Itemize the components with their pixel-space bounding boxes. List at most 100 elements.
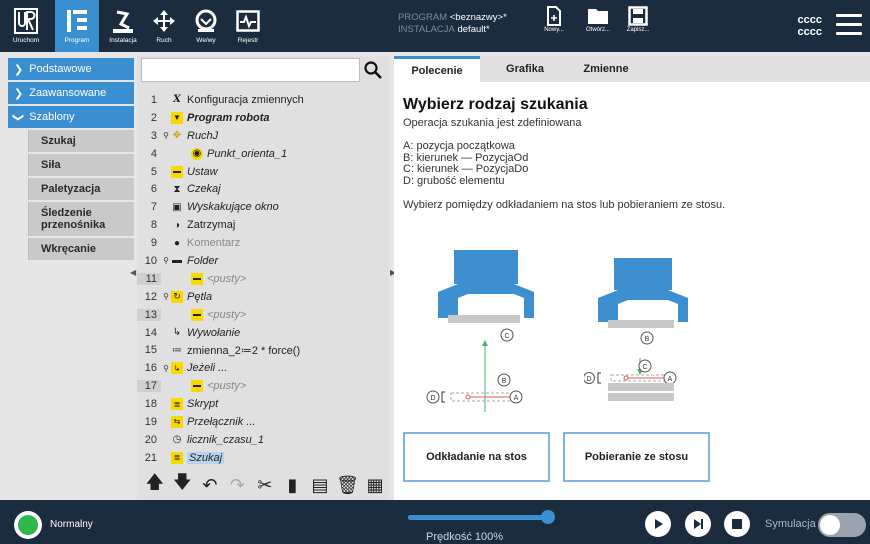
step-button[interactable]: [685, 511, 711, 537]
suppress-icon[interactable]: ▦: [364, 474, 386, 496]
sidebar-item-conveyor-tracking[interactable]: Śledzenie przenośnika: [28, 202, 134, 236]
sidebar-basic[interactable]: ❯ Podstawowe: [8, 58, 134, 80]
open-button[interactable]: Otwórz...: [580, 6, 616, 46]
chevron-right-icon: ❯: [14, 87, 24, 100]
tree-row[interactable]: 6 ⧗ Czekaj: [137, 180, 389, 198]
expand-pin-icon[interactable]: ⚲: [161, 131, 171, 140]
tree-row[interactable]: 9 ● Komentarz: [137, 234, 389, 252]
sidebar-item-search[interactable]: Szukaj: [28, 130, 134, 152]
tree-row[interactable]: 4 ◉ Punkt_orienta_1: [137, 145, 389, 163]
sidebar-item-force[interactable]: Siła: [28, 154, 134, 176]
search-icon[interactable]: [361, 58, 385, 82]
move-down-icon[interactable]: 🡇: [171, 472, 193, 496]
tree-row[interactable]: 7 ▣ Wyskakujące okno: [137, 198, 389, 216]
nav-program[interactable]: Program: [55, 0, 99, 52]
play-button[interactable]: [645, 511, 671, 537]
nav-move[interactable]: Ruch: [142, 0, 186, 52]
line-number: 20: [144, 433, 157, 446]
tree-row[interactable]: 3 ⚲ ✥ RuchJ: [137, 127, 389, 145]
tree-row-label: Wyskakujące okno: [187, 201, 279, 214]
collapse-left-icon[interactable]: ◀: [130, 268, 136, 277]
page-subtitle: Operacja szukania jest zdefiniowana: [403, 117, 582, 129]
save-button[interactable]: Zapisz...: [620, 6, 656, 46]
program-tree: 1 X Konfiguracja zmiennych 2 ▼ Program robot…: [137, 91, 389, 467]
nav-installation[interactable]: Instalacja: [101, 0, 145, 52]
chevron-down-icon: ❯: [12, 112, 25, 122]
paste-icon[interactable]: ▤: [309, 474, 331, 496]
chevron-right-icon: ❯: [14, 63, 24, 76]
redo-icon[interactable]: ↷: [226, 474, 248, 496]
program-tree-panel: 1 X Konfiguracja zmiennych 2 ▼ Program robot…: [137, 56, 389, 500]
move-up-icon[interactable]: 🡅: [144, 472, 166, 496]
search-node-icon: ≣: [171, 451, 183, 464]
open-label: Otwórz...: [585, 27, 610, 33]
sidebar-advanced[interactable]: ❯ Zaawansowane: [8, 82, 134, 104]
stacking-button[interactable]: Odkładanie na stos: [403, 432, 550, 482]
robot-status-icon[interactable]: [14, 511, 42, 539]
line-number: 15: [144, 344, 157, 357]
nav-log[interactable]: Rejestr: [226, 0, 270, 52]
tree-row[interactable]: 20 ◷ licznik_czasu_1: [137, 431, 389, 449]
sidebar-advanced-label: Zaawansowane: [29, 87, 107, 99]
tab-variables[interactable]: Zmienne: [568, 56, 644, 82]
tree-row-label: zmienna_2≔2 * force(): [187, 344, 301, 357]
tree-row[interactable]: 2 ▼ Program robota: [137, 109, 389, 127]
nav-run[interactable]: Uruchom: [4, 0, 48, 52]
tree-row[interactable]: 21 ≣ Szukaj: [137, 449, 389, 467]
expand-pin-icon[interactable]: ⚲: [161, 292, 171, 301]
cut-icon[interactable]: ✂: [254, 474, 276, 496]
diagram-letter-c: C: [504, 333, 509, 340]
delete-icon[interactable]: 🗑: [336, 474, 359, 496]
tree-row[interactable]: 1 X Konfiguracja zmiennych: [137, 91, 389, 109]
sidebar-item-screwdriving[interactable]: Wkręcanie: [28, 238, 134, 260]
undo-icon[interactable]: ↶: [199, 474, 221, 496]
loop-icon: ↻: [171, 290, 183, 303]
tree-row[interactable]: 16 ⚲ ↳ Jeżeli ...: [137, 359, 389, 377]
folder-icon: ▬: [172, 255, 182, 267]
tree-row[interactable]: 12 ⚲ ↻ Pętla: [137, 288, 389, 306]
log-icon: [234, 7, 262, 35]
expand-pin-icon[interactable]: ⚲: [161, 256, 171, 265]
diagram-letter-c: C: [642, 364, 647, 371]
command-panel: Wybierz rodzaj szukania Operacja szukani…: [394, 82, 870, 500]
tree-row-label: <pusty>: [207, 308, 247, 321]
tree-row[interactable]: 11 <pusty>: [137, 270, 389, 288]
tree-row-label: <pusty>: [207, 380, 247, 393]
legend-item: D: grubość elementu: [403, 174, 505, 187]
tree-row[interactable]: 17 <pusty>: [137, 377, 389, 395]
new-button[interactable]: Nowy...: [536, 6, 572, 46]
tree-row[interactable]: 15 ≔ zmienna_2≔2 * force(): [137, 341, 389, 359]
switch-icon: ⇆: [171, 415, 183, 428]
tab-graphics[interactable]: Grafika: [490, 56, 560, 82]
tree-row[interactable]: 10 ⚲ ▬ Folder: [137, 252, 389, 270]
menu-icon[interactable]: [836, 14, 862, 36]
stop-button[interactable]: [724, 511, 750, 537]
user-info: cccc cccc: [798, 14, 822, 38]
speed-slider-handle[interactable]: [541, 510, 555, 524]
sidebar-templates[interactable]: ❯ Szablony: [8, 106, 134, 128]
simulation-toggle[interactable]: [818, 513, 866, 537]
sidebar-item-palletizing[interactable]: Paletyzacja: [28, 178, 134, 200]
line-number: 16: [144, 362, 157, 375]
expand-pin-icon[interactable]: ⚲: [161, 364, 171, 373]
legend-item: C: kierunek — PozycjaDo: [403, 163, 529, 175]
search-input[interactable]: [141, 58, 360, 82]
tree-row[interactable]: 14 ↳ Wywołanie: [137, 324, 389, 342]
tree-row[interactable]: 18 ≣ Skrypt: [137, 395, 389, 413]
nav-io[interactable]: We/wy: [184, 0, 228, 52]
node-sidebar: ❯ Podstawowe ❯ Zaawansowane ❯ Szablony Szuk…: [8, 58, 134, 262]
tree-row[interactable]: 5 Ustaw: [137, 163, 389, 181]
destacking-button[interactable]: Pobieranie ze stosu: [563, 432, 710, 482]
copy-icon[interactable]: ▮: [282, 474, 304, 496]
speed-slider[interactable]: [408, 515, 548, 520]
tab-command[interactable]: Polecenie: [394, 56, 480, 82]
line-number: 12: [144, 290, 157, 303]
tree-row[interactable]: 8 ◑ Zatrzymaj: [137, 216, 389, 234]
sidebar-basic-label: Podstawowe: [29, 63, 92, 75]
empty-node-icon: [191, 272, 203, 285]
tree-row[interactable]: 13 <pusty>: [137, 306, 389, 324]
tree-row-label: Program robota: [187, 111, 270, 124]
tree-row[interactable]: 19 ⇆ Przełącznik ...: [137, 413, 389, 431]
line-number: 5: [150, 165, 157, 178]
set-icon: [171, 165, 183, 178]
